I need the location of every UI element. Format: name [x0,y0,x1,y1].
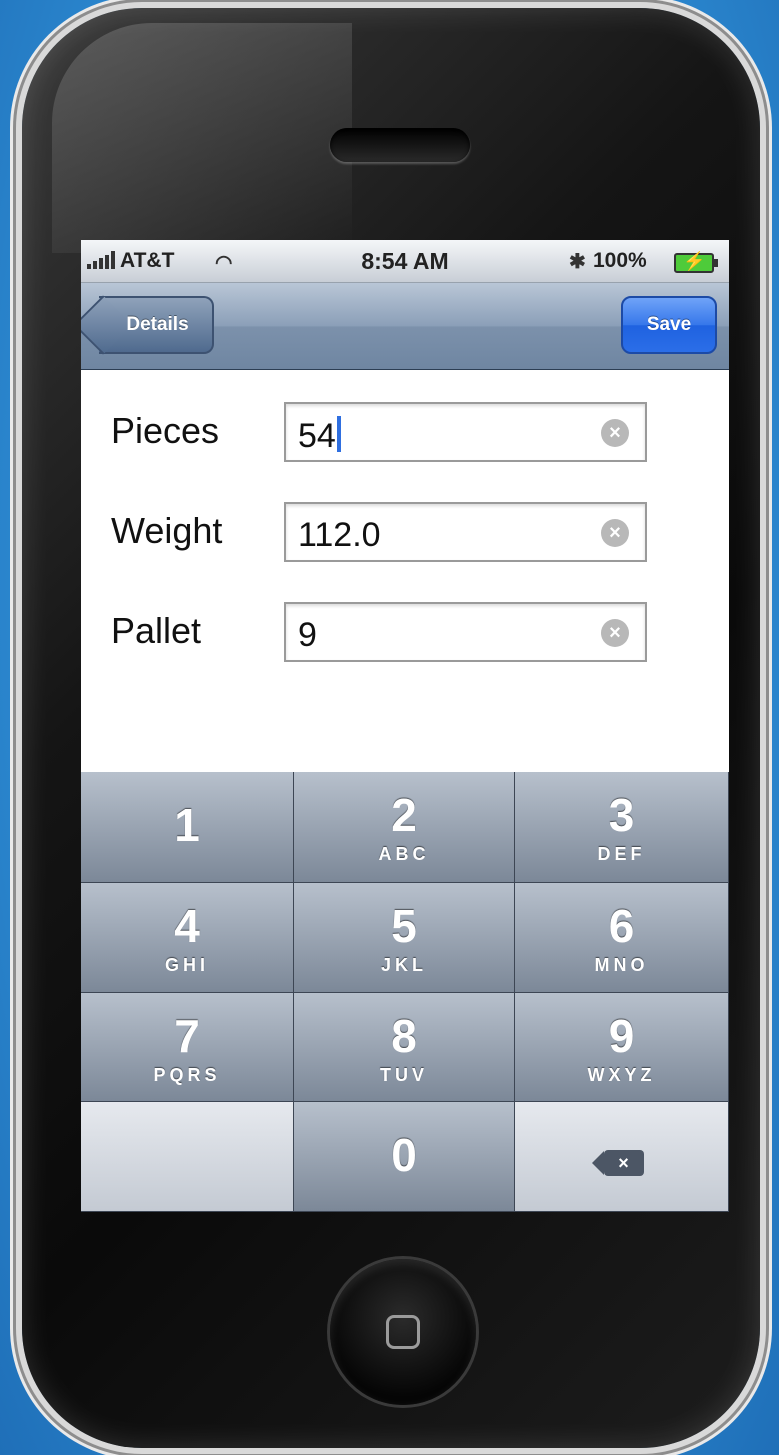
key-digit: 7 [174,1010,200,1062]
key-8[interactable]: 8 TUV [294,993,515,1102]
bluetooth-icon: ✱ [569,251,586,273]
pallet-field[interactable]: 9 × [284,602,647,662]
key-letters: WXYZ [587,1065,656,1085]
pallet-value: 9 [298,616,317,654]
form-row-pallet: Pallet 9 × [81,602,729,664]
key-blank [81,1102,294,1212]
key-letters: PQRS [153,1065,221,1085]
key-letters: DEF [597,844,646,864]
battery-charging-icon: ⚡ [674,251,718,273]
delete-key[interactable]: × [515,1102,729,1212]
key-digit: 5 [391,900,417,952]
key-digit: 3 [608,789,635,841]
battery-percent: 100% [593,249,647,272]
weight-field[interactable]: 112.0 × [284,502,647,562]
key-letters: JKL [380,955,427,975]
form-row-pieces: Pieces 54 × [81,402,729,464]
form-row-weight: Weight 112.0 × [81,502,729,564]
key-digit: 8 [391,1010,417,1062]
key-digit: 1 [174,799,200,851]
backspace-icon: × [591,1150,644,1176]
save-button-label: Save [646,314,692,335]
home-button-icon [386,1315,420,1349]
earpiece-speaker [330,128,470,162]
key-0[interactable]: 0 [294,1102,515,1212]
key-1[interactable]: 1 [81,772,294,883]
clear-x-icon[interactable]: × [601,419,629,447]
back-button-label: Details [126,314,189,335]
weight-value: 112.0 [298,516,381,554]
key-digit: 0 [391,1129,417,1181]
pallet-label: Pallet [111,610,202,651]
key-letters: GHI [164,955,209,975]
key-letters: ABC [378,844,430,864]
status-bar: AT&T ◠ 8:54 AM ✱ 100% ⚡ [81,240,729,283]
text-cursor [336,416,341,452]
key-9[interactable]: 9 WXYZ [515,993,729,1102]
key-digit: 9 [608,1010,635,1062]
key-7[interactable]: 7 PQRS [81,993,294,1102]
key-2[interactable]: 2 ABC [294,772,515,883]
clear-x-icon[interactable]: × [601,519,629,547]
key-letters: MNO [594,955,649,975]
pieces-label: Pieces [111,410,220,451]
edit-form: Pieces 54 × Weight 112.0 × Pallet 9 × [81,370,729,772]
back-button-details[interactable]: Details [99,296,214,354]
pieces-value: 54 [298,417,336,455]
key-digit: 4 [174,900,200,952]
pieces-field[interactable]: 54 × [284,402,647,462]
key-digit: 6 [608,900,635,952]
phone-screen: AT&T ◠ 8:54 AM ✱ 100% ⚡ Details Save Pie… [81,240,729,1212]
numeric-keypad: 1 2 ABC 3 DEF 4 GHI 5 JKL 6 MNO 7 PQRS 8… [81,772,729,1212]
save-button[interactable]: Save [621,296,717,354]
key-4[interactable]: 4 GHI [81,883,294,993]
navigation-bar: Details Save [81,283,729,370]
key-digit: 2 [391,789,417,841]
key-3[interactable]: 3 DEF [515,772,729,883]
key-5[interactable]: 5 JKL [294,883,515,993]
home-button[interactable] [330,1259,476,1405]
key-6[interactable]: 6 MNO [515,883,729,993]
key-letters: TUV [380,1065,428,1085]
weight-label: Weight [111,510,223,551]
clear-x-icon[interactable]: × [601,619,629,647]
glass-reflection [52,23,352,253]
